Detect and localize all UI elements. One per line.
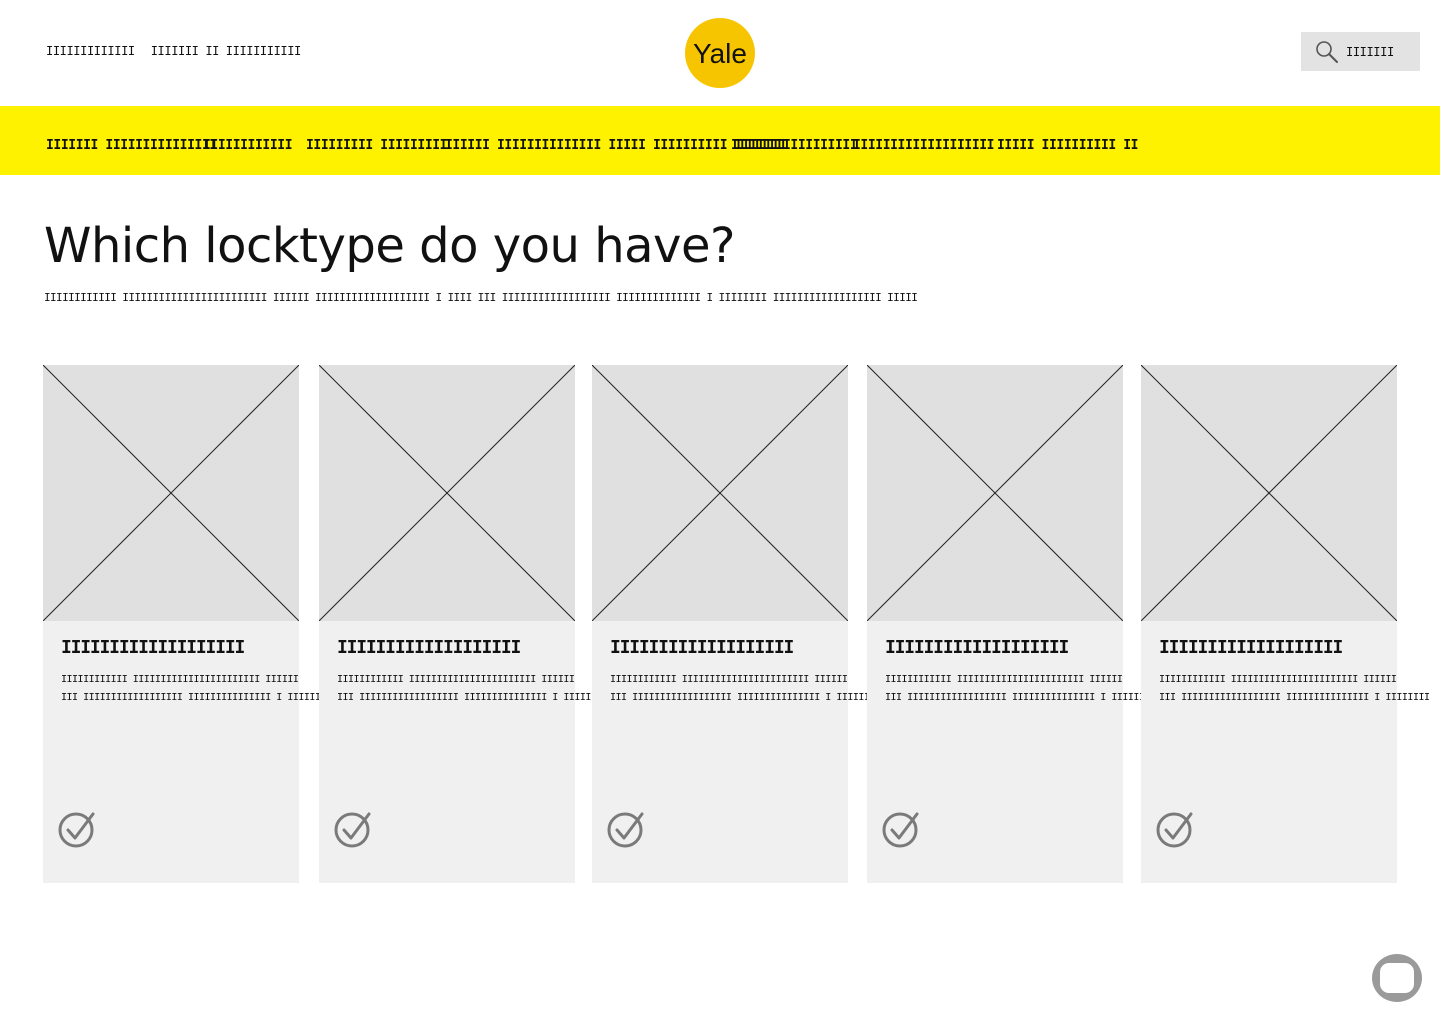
card-description: IIIIIIIIIIII IIIIIIIIIIIIIIIIIIIIIII III… [337, 671, 608, 707]
locktype-card-4[interactable]: IIIIIIIIIIIIIIIIIII IIIIIIIIIIII IIIIIII… [867, 365, 1156, 883]
locktype-card-1[interactable]: IIIIIIIIIIIIIIIIIII IIIIIIIIIIII IIIIIII… [43, 365, 332, 883]
top-header: IIIIIIIIIIIII IIIIIII II IIIIIIIIIII Yal… [0, 0, 1440, 106]
page-subtitle: IIIIIIIIIIII IIIIIIIIIIIIIIIIIIIIIIII II… [44, 291, 918, 304]
card-description: IIIIIIIIIIII IIIIIIIIIIIIIIIIIIIIIII III… [61, 671, 332, 707]
search-input[interactable]: IIIIIII [1346, 45, 1394, 59]
card-desc-line: IIIIIIIIIIII IIIIIIIIIIIIIIIIIIIIIII III… [610, 674, 848, 685]
page: IIIIIIIIIIIII IIIIIII II IIIIIIIIIII Yal… [0, 0, 1440, 1024]
card-description: IIIIIIIIIIII IIIIIIIIIIIIIIIIIIIIIII III… [885, 671, 1156, 707]
logo-text: Yale [693, 38, 747, 69]
card-title: IIIIIIIIIIIIIIIIIII [885, 637, 1069, 658]
check-circle-icon[interactable] [333, 809, 373, 849]
image-placeholder-icon [867, 365, 1123, 621]
main-nav: IIIIIII IIIIIIIIIIIIIII IIIIIIIIIIII III… [0, 106, 1440, 175]
nav-item-1[interactable]: IIIIIII IIIIIIIIIIIIIII [46, 138, 217, 153]
chat-button[interactable] [1372, 954, 1422, 1002]
utility-link-2[interactable]: IIIIIII II IIIIIIIIIII [151, 44, 302, 58]
chat-bubble-icon [1380, 963, 1414, 993]
search-box[interactable]: IIIIIII [1301, 32, 1420, 71]
card-description: IIIIIIIIIIII IIIIIIIIIIIIIIIIIIIIIII III… [1159, 671, 1430, 707]
card-desc-line: III IIIIIIIIIIIIIIIIII IIIIIIIIIIIIIII I… [610, 692, 881, 703]
card-title: IIIIIIIIIIIIIIIIIII [1159, 637, 1343, 658]
utility-link-1[interactable]: IIIIIIIIIIIII [46, 44, 135, 58]
search-icon [1316, 40, 1338, 63]
card-desc-line: IIIIIIIIIIII IIIIIIIIIIIIIIIIIIIIIII III… [885, 674, 1123, 685]
check-circle-icon[interactable] [881, 809, 921, 849]
page-title: Which locktype do you have? [44, 218, 735, 274]
card-desc-line: IIIIIIIIIIII IIIIIIIIIIIIIIIIIIIIIII III… [61, 674, 299, 685]
locktype-card-2[interactable]: IIIIIIIIIIIIIIIIIII IIIIIIIIIIII IIIIIII… [319, 365, 608, 883]
card-title: IIIIIIIIIIIIIIIIIII [61, 637, 245, 658]
yale-logo[interactable]: Yale [685, 18, 755, 88]
card-title: IIIIIIIIIIIIIIIIIII [337, 637, 521, 658]
nav-item-3[interactable]: IIIIIIIII IIIIIIIII [306, 138, 448, 153]
nav-item-2[interactable]: IIIIIIIIIIII [203, 138, 293, 153]
image-placeholder-icon [43, 365, 299, 621]
card-desc-line: III IIIIIIIIIIIIIIIIII IIIIIIIIIIIIIII I… [61, 692, 332, 703]
card-desc-line: III IIIIIIIIIIIIIIIIII IIIIIIIIIIIIIII I… [337, 692, 608, 703]
image-placeholder-icon [1141, 365, 1397, 621]
utility-links: IIIIIIIIIIIII IIIIIII II IIIIIIIIIII [46, 44, 301, 58]
card-description: IIIIIIIIIIII IIIIIIIIIIIIIIIIIIIIIII III… [610, 671, 881, 707]
check-circle-icon[interactable] [57, 809, 97, 849]
locktype-card-3[interactable]: IIIIIIIIIIIIIIIIIII IIIIIIIIIIII IIIIIII… [592, 365, 881, 883]
check-circle-icon[interactable] [1155, 809, 1195, 849]
card-desc-line: IIIIIIIIIIII IIIIIIIIIIIIIIIIIIIIIII III… [1159, 674, 1397, 685]
image-placeholder-icon [592, 365, 848, 621]
image-placeholder-icon [319, 365, 575, 621]
card-desc-line: III IIIIIIIIIIIIIIIIII IIIIIIIIIIIIIII I… [885, 692, 1156, 703]
card-title: IIIIIIIIIIIIIIIIIII [610, 637, 794, 658]
card-desc-line: IIIIIIIIIIII IIIIIIIIIIIIIIIIIIIIIII III… [337, 674, 575, 685]
locktype-card-5[interactable]: IIIIIIIIIIIIIIIIIII IIIIIIIIIIII IIIIIII… [1141, 365, 1430, 883]
nav-item-5[interactable]: IIIIIIIIIIIIIIIII [731, 138, 858, 153]
card-desc-line: III IIIIIIIIIIIIIIIIII IIIIIIIIIIIIIII I… [1159, 692, 1430, 703]
check-circle-icon[interactable] [606, 809, 646, 849]
nav-item-7[interactable]: IIIII IIIIIIIIII II [997, 138, 1139, 153]
nav-item-6[interactable]: IIIIIIIIIIIIIIIIIII [853, 138, 995, 153]
